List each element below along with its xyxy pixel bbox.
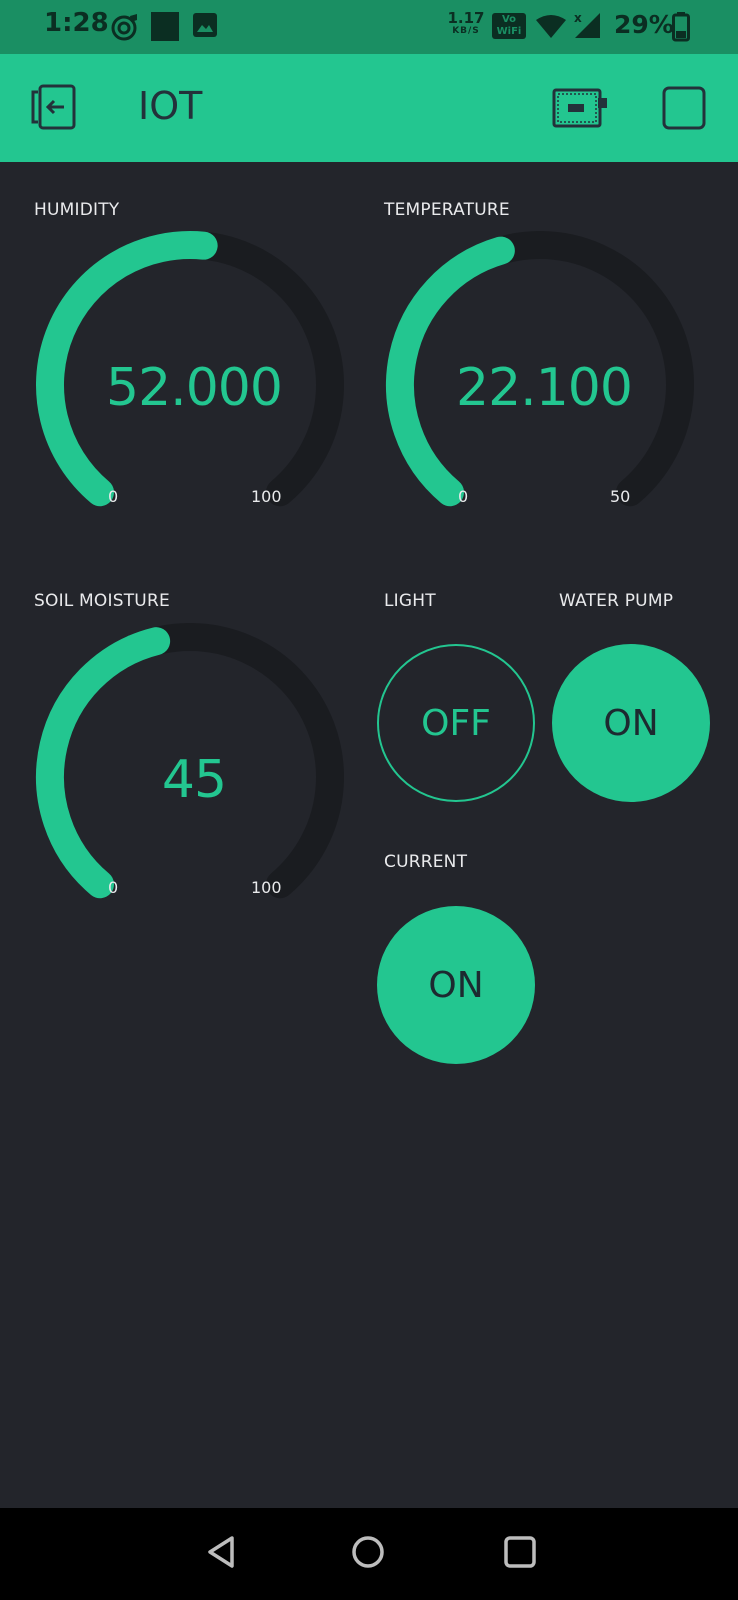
light-toggle-button[interactable]: OFF bbox=[377, 644, 535, 802]
signal-icon: x bbox=[572, 10, 604, 44]
battery-icon bbox=[672, 12, 690, 46]
soil-moisture-max: 100 bbox=[251, 878, 282, 897]
back-icon[interactable] bbox=[202, 1532, 242, 1576]
current-label: CURRENT bbox=[384, 852, 468, 872]
soil-moisture-value: 45 bbox=[161, 750, 227, 810]
humidity-min: 0 bbox=[108, 487, 119, 506]
temperature-min: 0 bbox=[458, 487, 469, 506]
water-pump-label: WATER PUMP bbox=[559, 591, 674, 611]
app-square-icon bbox=[150, 12, 180, 46]
svg-text:x: x bbox=[574, 11, 582, 25]
vowifi-badge: Vo WiFi bbox=[492, 13, 526, 39]
temperature-max: 50 bbox=[610, 487, 631, 506]
battery-percent: 29% bbox=[614, 10, 674, 39]
stop-square-icon[interactable] bbox=[662, 86, 706, 134]
recents-icon[interactable] bbox=[500, 1532, 540, 1576]
humidity-label: HUMIDITY bbox=[34, 200, 120, 220]
wifi-icon bbox=[536, 14, 566, 44]
soil-moisture-label: SOIL MOISTURE bbox=[34, 591, 170, 611]
current-toggle-button[interactable]: ON bbox=[377, 906, 535, 1064]
status-time: 1:28 bbox=[44, 8, 109, 38]
device-board-icon[interactable] bbox=[552, 88, 608, 132]
net-speed: 1.17 KB/S bbox=[447, 9, 485, 36]
temperature-value: 22.100 bbox=[456, 358, 633, 418]
app-title: IOT bbox=[138, 84, 203, 128]
soil-moisture-min: 0 bbox=[108, 878, 119, 897]
gallery-icon bbox=[192, 12, 218, 42]
status-bar: 1:28 1.17 KB/S Vo WiFi x 29% bbox=[0, 0, 738, 54]
app-header: IOT bbox=[0, 54, 738, 162]
music-icon bbox=[110, 12, 142, 46]
water-pump-toggle-button[interactable]: ON bbox=[552, 644, 710, 802]
exit-icon[interactable] bbox=[30, 84, 78, 134]
humidity-value: 52.000 bbox=[106, 358, 283, 418]
home-icon[interactable] bbox=[348, 1532, 388, 1576]
humidity-max: 100 bbox=[251, 487, 282, 506]
light-label: LIGHT bbox=[384, 591, 436, 611]
nav-bar bbox=[0, 1508, 738, 1600]
temperature-label: TEMPERATURE bbox=[384, 200, 510, 220]
